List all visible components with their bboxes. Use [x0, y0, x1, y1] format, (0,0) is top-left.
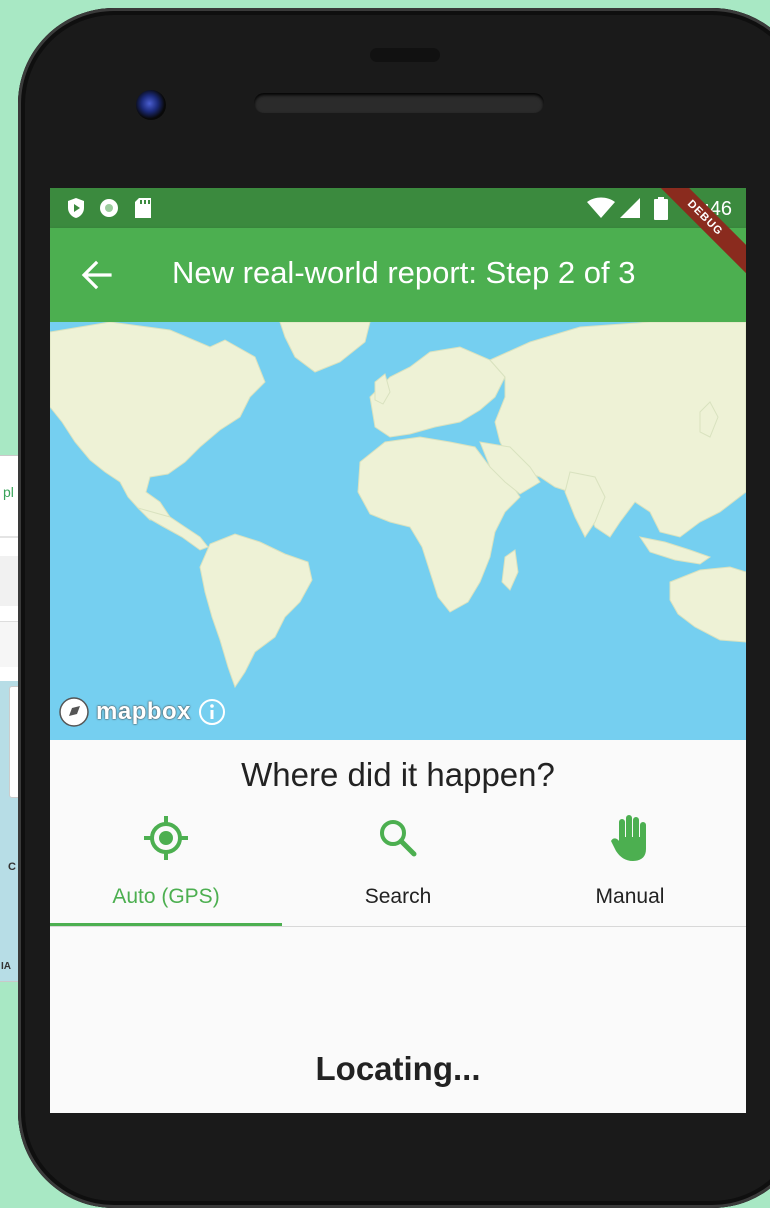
mapbox-wordmark: mapbox — [96, 698, 192, 725]
background-map-label-c: C — [8, 861, 16, 873]
wifi-icon — [587, 197, 615, 218]
tab-manual[interactable]: Manual — [514, 803, 746, 925]
debug-banner-text: DEBUG — [644, 188, 746, 279]
hand-icon — [611, 815, 646, 861]
background-text-fragment: pl — [3, 484, 14, 500]
front-camera — [136, 90, 166, 120]
phone-top-slot — [370, 48, 440, 62]
tab-label-auto-gps: Auto (GPS) — [112, 885, 220, 908]
shield-icon — [68, 198, 84, 218]
tab-label-manual: Manual — [595, 885, 665, 908]
location-question: Where did it happen? — [241, 756, 555, 793]
tabs-divider — [50, 926, 746, 927]
search-icon — [380, 820, 417, 857]
location-method-tabs: Auto (GPS) Search Manual — [50, 803, 746, 928]
world-map[interactable]: mapbox — [50, 322, 746, 740]
locating-status: Locating... — [315, 1050, 481, 1087]
arrow-back-icon[interactable] — [80, 258, 114, 292]
tab-label-search: Search — [364, 885, 432, 908]
mapbox-attribution[interactable]: mapbox — [58, 696, 227, 728]
mapbox-logo-icon — [59, 697, 89, 727]
map-landmass — [50, 322, 746, 689]
earpiece-speaker — [254, 93, 544, 113]
background-map-label-ia: IA — [1, 961, 11, 972]
sd-card-icon — [135, 198, 151, 218]
phone-screen: 3:46 New real-world report: Step 2 of 3 … — [50, 188, 746, 1113]
gps-target-icon — [144, 816, 188, 860]
info-icon[interactable] — [197, 697, 227, 727]
circle-icon — [100, 199, 118, 217]
tab-search[interactable]: Search — [282, 803, 514, 925]
tab-auto-gps[interactable]: Auto (GPS) — [50, 803, 282, 927]
debug-banner: DEBUG — [636, 188, 746, 298]
page-title: New real-world report: Step 2 of 3 — [172, 255, 636, 290]
